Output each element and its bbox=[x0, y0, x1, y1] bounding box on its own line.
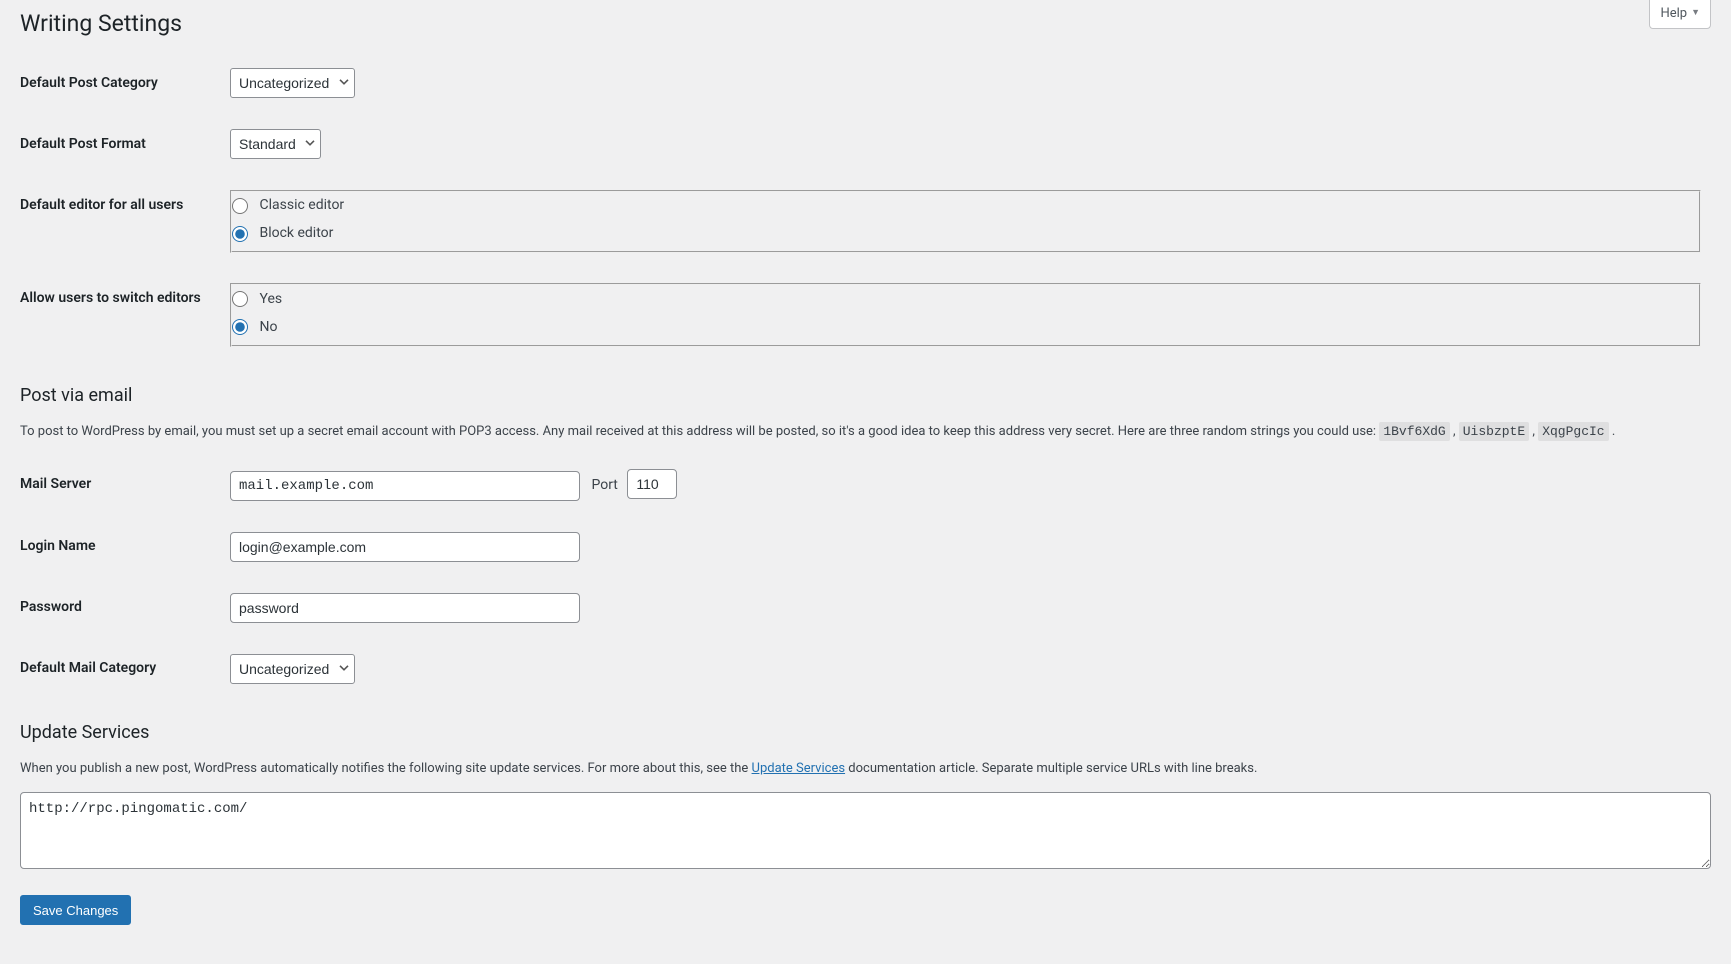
classic-editor-option[interactable]: Classic editor bbox=[232, 195, 1699, 216]
allow-switch-yes-radio[interactable] bbox=[232, 291, 248, 307]
random-string-3: XqgPgcIc bbox=[1538, 422, 1608, 441]
post-via-email-table: Mail Server Port Login Name Password Def… bbox=[20, 454, 1711, 699]
allow-switch-no-radio[interactable] bbox=[232, 319, 248, 335]
mail-server-label: Mail Server bbox=[20, 454, 220, 516]
default-post-format-label: Default Post Format bbox=[20, 114, 220, 175]
password-input[interactable] bbox=[230, 593, 580, 623]
port-label: Port bbox=[591, 477, 617, 493]
classic-editor-radio[interactable] bbox=[232, 198, 248, 214]
help-tab[interactable]: Help ▼ bbox=[1649, 0, 1711, 29]
post-via-email-description: To post to WordPress by email, you must … bbox=[20, 422, 1711, 442]
port-input[interactable] bbox=[627, 469, 677, 499]
mail-server-input[interactable] bbox=[230, 471, 580, 501]
update-services-textarea[interactable] bbox=[20, 792, 1711, 869]
chevron-down-icon: ▼ bbox=[1691, 7, 1700, 21]
writing-settings-table: Default Post Category Uncategorized Defa… bbox=[20, 53, 1711, 362]
save-changes-button[interactable]: Save Changes bbox=[20, 895, 131, 925]
post-via-email-heading: Post via email bbox=[20, 382, 1711, 409]
default-post-category-label: Default Post Category bbox=[20, 53, 220, 114]
random-string-2: UisbzptE bbox=[1459, 422, 1529, 441]
allow-switch-no-option[interactable]: No bbox=[232, 317, 1699, 338]
allow-switch-yes-option[interactable]: Yes bbox=[232, 289, 1699, 310]
default-post-format-select[interactable]: Standard bbox=[230, 129, 321, 159]
block-editor-option[interactable]: Block editor bbox=[232, 223, 1699, 244]
allow-switch-label: Allow users to switch editors bbox=[20, 268, 220, 362]
login-name-label: Login Name bbox=[20, 516, 220, 577]
help-label: Help bbox=[1660, 4, 1687, 24]
default-mail-category-label: Default Mail Category bbox=[20, 638, 220, 699]
default-mail-category-select[interactable]: Uncategorized bbox=[230, 654, 355, 684]
random-string-1: 1Bvf6XdG bbox=[1379, 422, 1449, 441]
update-services-heading: Update Services bbox=[20, 719, 1711, 746]
password-label: Password bbox=[20, 577, 220, 638]
default-editor-label: Default editor for all users bbox=[20, 175, 220, 269]
default-post-category-select[interactable]: Uncategorized bbox=[230, 68, 355, 98]
login-name-input[interactable] bbox=[230, 532, 580, 562]
update-services-link[interactable]: Update Services bbox=[752, 761, 846, 776]
page-title: Writing Settings bbox=[20, 0, 1711, 43]
update-services-description: When you publish a new post, WordPress a… bbox=[20, 759, 1711, 779]
block-editor-radio[interactable] bbox=[232, 226, 248, 242]
